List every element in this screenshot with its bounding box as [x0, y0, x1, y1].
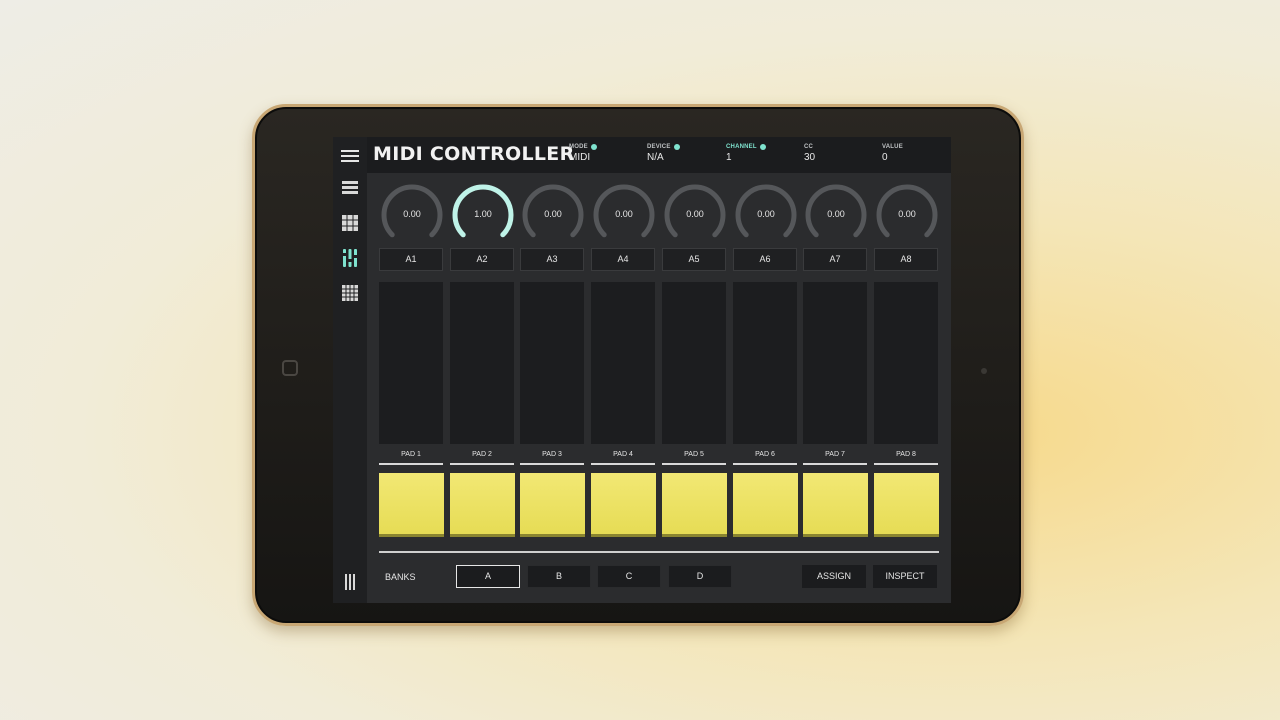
keyboard-grid-icon[interactable]: [339, 282, 361, 304]
mode-value: MIDI: [569, 152, 591, 163]
knob-value: 0.00: [898, 209, 916, 219]
pad-display-1: [379, 282, 443, 444]
channel-field[interactable]: CHANNEL 1: [726, 144, 766, 163]
channel-label-a7[interactable]: A7: [803, 248, 867, 271]
knob-value: 0.00: [827, 209, 845, 219]
list-icon[interactable]: [339, 177, 361, 199]
info-icon: [759, 144, 766, 150]
grid-icon[interactable]: [339, 212, 361, 234]
knob-value: 0.00: [403, 209, 421, 219]
knob-7[interactable]: 0.00: [803, 183, 869, 247]
pad-label-1: PAD 1: [379, 451, 443, 465]
mode-label: MODE: [569, 144, 588, 150]
device-field[interactable]: DEVICE N/A: [647, 144, 680, 163]
cc-field[interactable]: CC 30: [804, 144, 815, 163]
value-label: VALUE: [882, 144, 903, 150]
pad-label-3: PAD 3: [520, 451, 584, 465]
bank-c-button[interactable]: C: [597, 565, 661, 588]
knob-value: 0.00: [757, 209, 775, 219]
pad-label-4: PAD 4: [591, 451, 655, 465]
knob-value: 0.00: [686, 209, 704, 219]
info-icon: [673, 144, 680, 150]
pad-label-6: PAD 6: [733, 451, 797, 465]
value-field: VALUE 0: [882, 144, 903, 163]
pad-8-button[interactable]: [874, 473, 939, 537]
bank-a-button[interactable]: A: [456, 565, 520, 588]
pad-display-4: [591, 282, 655, 444]
channel-label-a5[interactable]: A5: [662, 248, 726, 271]
knob-3[interactable]: 0.00: [520, 183, 586, 247]
pad-5-button[interactable]: [662, 473, 727, 537]
pad-1-button[interactable]: [379, 473, 444, 537]
info-icon: [590, 144, 597, 150]
pad-label-5: PAD 5: [662, 451, 726, 465]
collapse-icon[interactable]: [339, 571, 361, 593]
device-value: N/A: [647, 152, 664, 163]
value-readout: 0: [882, 152, 888, 163]
pad-display-8: [874, 282, 938, 444]
pad-7-button[interactable]: [803, 473, 868, 537]
knob-value: 0.00: [615, 209, 633, 219]
pad-display-3: [520, 282, 584, 444]
knob-1[interactable]: 0.00: [379, 183, 445, 247]
app-screen: MIDI CONTROLLER MODE MIDI DEVICE N/A CHA…: [333, 137, 951, 603]
menu-icon[interactable]: [339, 145, 361, 167]
channel-value: 1: [726, 152, 732, 163]
pad-3-button[interactable]: [520, 473, 585, 537]
channel-label-a2[interactable]: A2: [450, 248, 514, 271]
channel-label: CHANNEL: [726, 144, 757, 150]
channel-label-a4[interactable]: A4: [591, 248, 655, 271]
channel-label-a1[interactable]: A1: [379, 248, 443, 271]
pad-4-button[interactable]: [591, 473, 656, 537]
knob-8[interactable]: 0.00: [874, 183, 940, 247]
controller-area: BANKS A B C D ASSIGN INSPECT 0.00 A1 PAD 1…: [367, 173, 951, 603]
knob-value: 0.00: [544, 209, 562, 219]
knob-5[interactable]: 0.00: [662, 183, 728, 247]
header-bar: MIDI CONTROLLER MODE MIDI DEVICE N/A CHA…: [367, 137, 951, 173]
mixer-icon[interactable]: [339, 247, 361, 269]
sidebar: [333, 137, 367, 603]
pad-display-5: [662, 282, 726, 444]
channel-label-a6[interactable]: A6: [733, 248, 797, 271]
bank-d-button[interactable]: D: [668, 565, 732, 588]
home-button[interactable]: [282, 360, 298, 376]
app-title: MIDI CONTROLLER: [373, 143, 575, 165]
pad-6-button[interactable]: [733, 473, 798, 537]
channel-label-a3[interactable]: A3: [520, 248, 584, 271]
cc-value: 30: [804, 152, 816, 163]
pad-label-2: PAD 2: [450, 451, 514, 465]
tablet-device: MIDI CONTROLLER MODE MIDI DEVICE N/A CHA…: [252, 104, 1024, 626]
assign-button[interactable]: ASSIGN: [802, 565, 866, 588]
channel-label-a8[interactable]: A8: [874, 248, 938, 271]
knob-value: 1.00: [474, 209, 492, 219]
cc-label: CC: [804, 144, 814, 150]
knob-4[interactable]: 0.00: [591, 183, 657, 247]
pad-display-2: [450, 282, 514, 444]
bank-b-button[interactable]: B: [527, 565, 591, 588]
mode-field[interactable]: MODE MIDI: [569, 144, 597, 163]
inspect-button[interactable]: INSPECT: [873, 565, 937, 588]
knob-2[interactable]: 1.00: [450, 183, 516, 247]
knob-6[interactable]: 0.00: [733, 183, 799, 247]
pad-display-7: [803, 282, 867, 444]
pad-label-7: PAD 7: [803, 451, 867, 465]
banks-label: BANKS: [385, 572, 416, 582]
pad-display-6: [733, 282, 797, 444]
device-label: DEVICE: [647, 144, 671, 150]
pad-label-8: PAD 8: [874, 451, 938, 465]
divider: [379, 551, 939, 553]
pad-2-button[interactable]: [450, 473, 515, 537]
camera-icon: [981, 368, 987, 374]
